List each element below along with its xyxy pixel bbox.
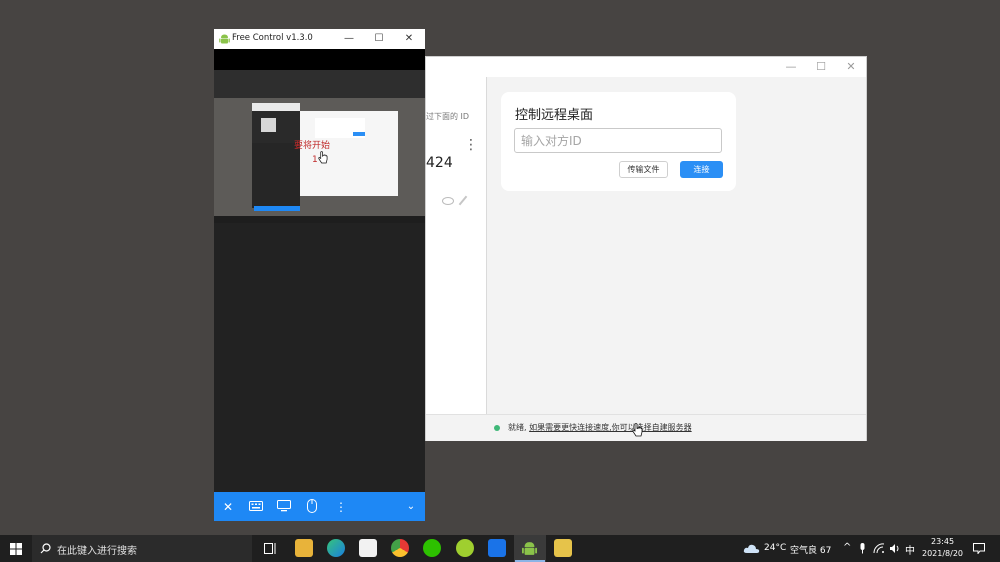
clock-date[interactable]: 2021/8/20	[922, 549, 963, 558]
fc-window-title: Free Control v1.3.0	[232, 33, 313, 43]
status-bar: 就绪, 如果需要更快连接速度,你可以选择自建服务器	[426, 414, 866, 441]
mini-navbar	[254, 206, 300, 211]
mini-phone-lower	[252, 143, 300, 208]
status-text: 就绪, 如果需要更快连接速度,你可以选择自建服务器	[508, 422, 692, 433]
hand-cursor-icon	[632, 423, 643, 437]
windows-taskbar: 在此键入进行搜索 24°C 空气良 67 ^ 中 23:45 2021/8/20	[0, 535, 1000, 562]
chevron-down-icon[interactable]: ⌄	[401, 497, 421, 517]
status-ready: 就绪,	[508, 423, 527, 432]
edit-password-icon[interactable]	[458, 195, 468, 206]
status-indicator-dot	[494, 425, 500, 431]
chrome-icon[interactable]	[391, 539, 409, 557]
eye-icon[interactable]	[442, 197, 454, 205]
app-icon-green[interactable]	[456, 539, 474, 557]
notification-icon[interactable]	[973, 543, 985, 554]
my-id-value: 424	[426, 155, 453, 171]
self-host-server-link[interactable]: 如果需要更快连接速度,你可以选择自建服务器	[529, 423, 692, 432]
maximize-button[interactable]: ☐	[806, 57, 836, 77]
phone-empty-area	[214, 223, 425, 492]
volume-icon[interactable]	[889, 543, 901, 554]
close-button[interactable]: ✕	[836, 57, 866, 77]
more-options-icon[interactable]: ⋮	[464, 137, 478, 153]
mirror-red-text-2: 1	[312, 155, 318, 165]
free-control-window: Free Control v1.3.0 — ☐ ✕ 要将开始 1 ✕ ⋮ ⌄	[214, 29, 425, 521]
chevron-up-icon[interactable]: ^	[843, 542, 851, 553]
remote-desktop-window: — ☐ ✕ 过下面的 ID ⋮ 424 控制远程桌面 传输文件 连接 就绪, 如…	[425, 56, 867, 441]
mini-connect	[353, 132, 365, 136]
remote-id-input[interactable]	[514, 128, 722, 153]
mini-phone-screen	[261, 118, 276, 132]
air-quality[interactable]: 空气良 67	[790, 543, 831, 556]
taskbar-search-box[interactable]: 在此键入进行搜索	[32, 535, 252, 562]
wechat-icon[interactable]	[423, 539, 441, 557]
file-transfer-button[interactable]: 传输文件	[619, 161, 668, 178]
fc-titlebar: Free Control v1.3.0 — ☐ ✕	[214, 29, 425, 49]
fc-control-bar: ✕ ⋮ ⌄	[214, 492, 425, 521]
ime-indicator[interactable]: 中	[905, 542, 915, 557]
keyboard-icon[interactable]	[249, 501, 263, 511]
android-app-icon[interactable]	[521, 540, 538, 557]
id-hint-text: 过下面的 ID	[426, 112, 470, 121]
mirrored-screen[interactable]: 要将开始 1	[214, 98, 425, 220]
cloud-icon	[743, 544, 760, 553]
rd-titlebar: — ☐ ✕	[426, 57, 866, 77]
clock-time[interactable]: 23:45	[931, 537, 954, 546]
app-icon-blue[interactable]	[488, 539, 506, 557]
minimize-button[interactable]: —	[776, 57, 806, 77]
rd-left-panel: 过下面的 ID ⋮ 424	[426, 77, 486, 414]
phone-status-area	[214, 49, 425, 70]
microphone-icon[interactable]	[859, 543, 866, 554]
start-button[interactable]	[0, 535, 32, 562]
mini-phone	[252, 111, 300, 143]
close-icon[interactable]: ✕	[218, 497, 238, 517]
mouse-icon[interactable]	[307, 499, 317, 513]
mirror-red-text: 要将开始	[294, 141, 331, 151]
android-icon	[219, 34, 230, 44]
weather-temp[interactable]: 24°C	[764, 543, 786, 553]
phone-top-area	[214, 70, 425, 98]
windows-icon	[10, 543, 22, 555]
task-view-icon[interactable]	[264, 543, 277, 554]
edge-icon[interactable]	[327, 539, 345, 557]
remote-control-card: 控制远程桌面 传输文件 连接	[501, 92, 736, 191]
fc-close-button[interactable]: ✕	[396, 29, 422, 49]
mini-hand-cursor-icon	[318, 151, 328, 164]
fc-maximize-button[interactable]: ☐	[366, 29, 392, 49]
mini-titlebar	[252, 103, 300, 111]
connect-button[interactable]: 连接	[680, 161, 723, 178]
search-icon	[40, 543, 51, 554]
app-icon-yellow[interactable]	[554, 539, 572, 557]
mirror-taskbar	[214, 216, 425, 223]
fc-minimize-button[interactable]: —	[336, 29, 362, 49]
panel-divider	[486, 77, 487, 414]
display-icon[interactable]	[277, 500, 291, 512]
search-placeholder: 在此键入进行搜索	[57, 546, 137, 557]
store-icon[interactable]	[359, 539, 377, 557]
card-title: 控制远程桌面	[515, 108, 594, 123]
wifi-icon[interactable]	[873, 543, 885, 554]
file-explorer-icon[interactable]	[295, 539, 313, 557]
more-icon[interactable]: ⋮	[331, 497, 351, 517]
